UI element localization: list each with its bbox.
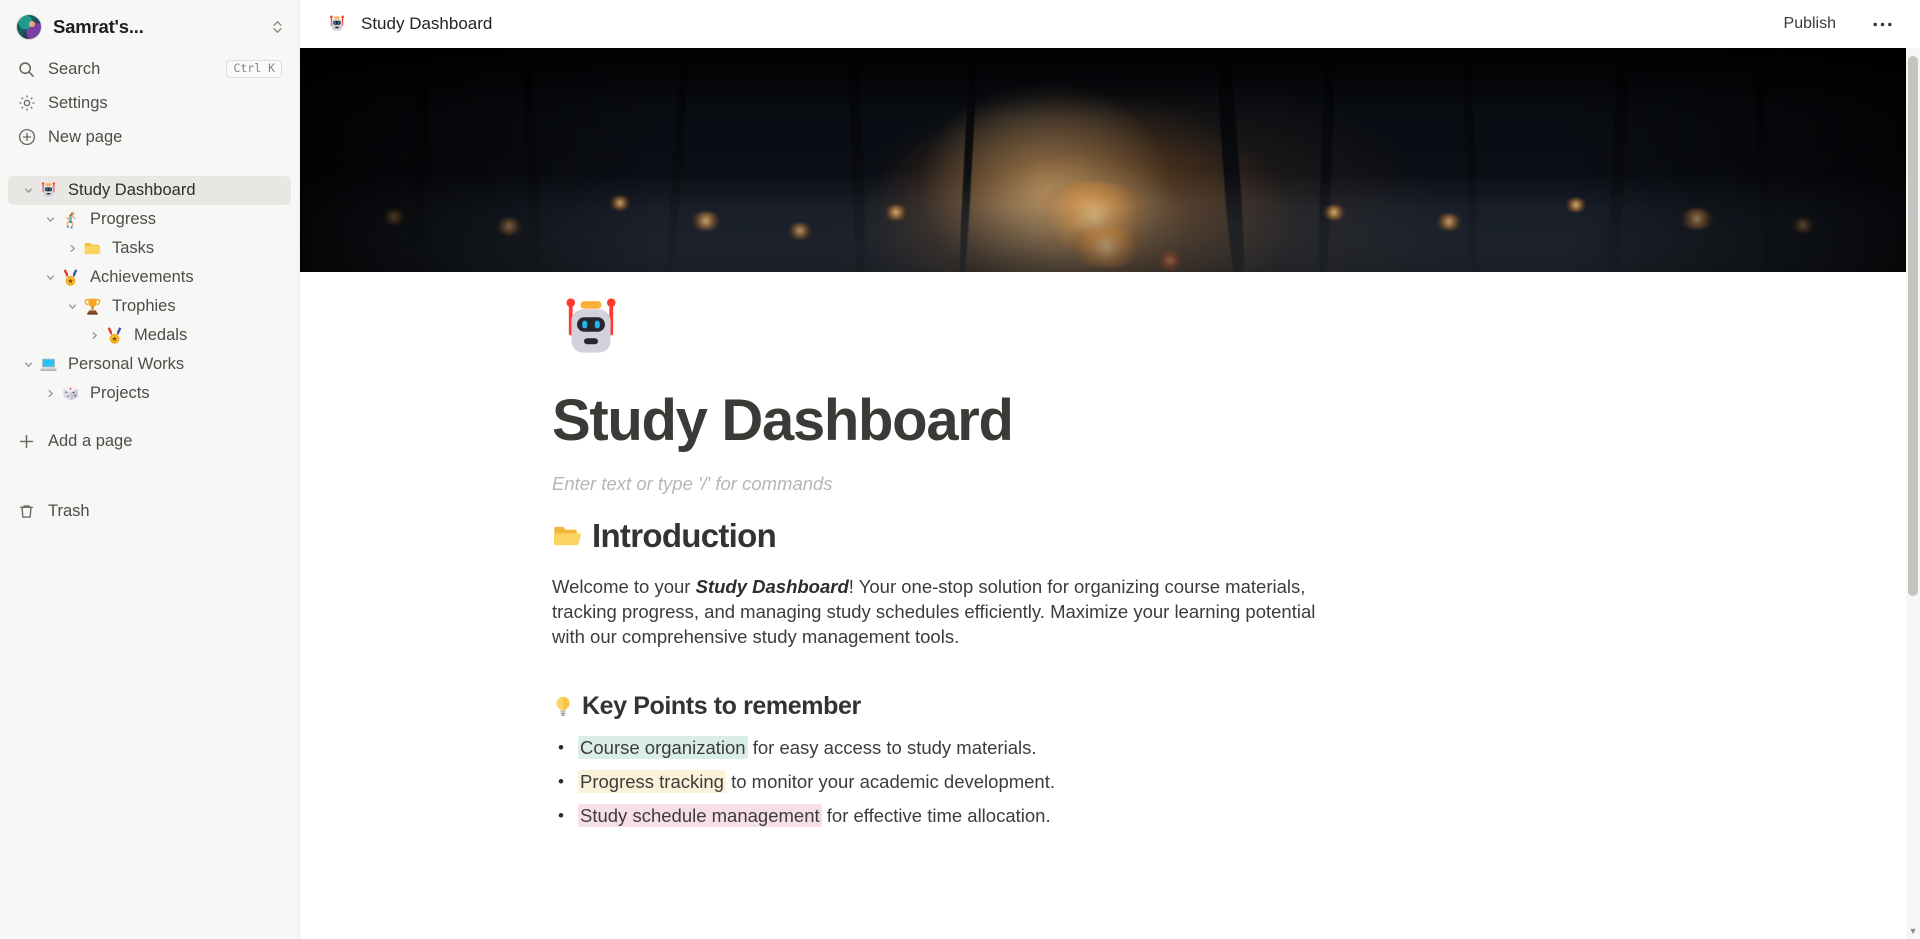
chevron-updown-icon: [272, 19, 283, 35]
heading-introduction[interactable]: Introduction: [552, 517, 1604, 555]
main-area: Study Dashboard Publish Study Dashboard …: [300, 0, 1920, 939]
sidebar-item-label: Projects: [90, 384, 150, 402]
publish-button[interactable]: Publish: [1774, 10, 1846, 38]
trash-section: Trash: [0, 494, 299, 528]
plus-icon: [17, 432, 36, 451]
highlighted-phrase: Progress tracking: [578, 769, 726, 793]
chevron-down-icon[interactable]: [40, 268, 60, 288]
robot-emoji: [326, 13, 348, 35]
add-a-page-button[interactable]: Add a page: [8, 424, 291, 458]
list-item[interactable]: • Study schedule management for effectiv…: [552, 803, 1604, 829]
light-bulb-emoji: [552, 695, 574, 717]
chevron-down-icon[interactable]: [40, 210, 60, 230]
sidebar-item-label: Personal Works: [68, 355, 185, 373]
list-item-text: Progress tracking to monitor your academ…: [578, 769, 1055, 795]
sidebar-item-label: Search: [48, 59, 101, 78]
ellipsis-icon[interactable]: [1868, 10, 1896, 38]
sidebar-item-label: Study Dashboard: [68, 181, 196, 199]
heading-key-points[interactable]: Key Points to remember: [552, 692, 1604, 721]
sidebar-item-projects[interactable]: Projects: [8, 379, 291, 408]
plus-circle-icon: [17, 128, 36, 147]
topbar: Study Dashboard Publish: [300, 0, 1920, 48]
empty-block-placeholder[interactable]: Enter text or type '/' for commands: [552, 473, 1604, 495]
sidebar-item-trash[interactable]: Trash: [8, 494, 291, 528]
user-avatar: [16, 14, 42, 40]
sidebar-item-label: Achievements: [90, 268, 194, 286]
chevron-right-icon[interactable]: [62, 239, 82, 259]
sidebar-item-label: Tasks: [112, 239, 155, 257]
sidebar-item-search[interactable]: Search Ctrl K: [8, 52, 291, 86]
scroll-down-arrow-icon[interactable]: ▼: [1906, 927, 1920, 936]
folder-emoji: [82, 238, 103, 259]
key-points-list: • Course organization for easy access to…: [552, 735, 1604, 830]
search-icon: [17, 60, 36, 79]
chevron-right-icon[interactable]: [84, 326, 104, 346]
bullet-icon: •: [558, 771, 564, 791]
page-content: Study Dashboard Enter text or type '/' f…: [552, 290, 1644, 829]
list-item-text: Course organization for easy access to s…: [578, 735, 1037, 761]
sidebar-bottom-actions: Add a page Trash: [0, 424, 299, 528]
trash-icon: [17, 502, 36, 521]
list-item[interactable]: • Progress tracking to monitor your acad…: [552, 769, 1604, 795]
sidebar-item-achievements[interactable]: Achievements: [8, 263, 291, 292]
laptop-emoji: [38, 354, 59, 375]
list-item-rest: for effective time allocation.: [821, 805, 1051, 827]
sidebar-item-label: Medals: [134, 326, 188, 344]
page-icon-robot-emoji[interactable]: [552, 290, 630, 368]
list-item-rest: to monitor your academic development.: [725, 770, 1056, 792]
list-item[interactable]: • Course organization for easy access to…: [552, 735, 1604, 761]
cover-vignette: [300, 48, 1920, 272]
heading-text: Key Points to remember: [582, 691, 861, 720]
sidebar-item-label: Settings: [48, 93, 108, 112]
trash-label: Trash: [48, 501, 90, 520]
introduction-paragraph[interactable]: Welcome to your Study Dashboard! Your on…: [552, 574, 1347, 650]
list-item-text: Study schedule management for effective …: [578, 803, 1051, 829]
sidebar-item-trophies[interactable]: Trophies: [8, 292, 291, 321]
page-title[interactable]: Study Dashboard: [552, 389, 1604, 453]
bullet-icon: •: [558, 737, 564, 757]
medal-emoji: [60, 267, 81, 288]
scrollbar-thumb[interactable]: [1908, 56, 1918, 596]
chevron-right-icon[interactable]: [40, 384, 60, 404]
gear-icon: [17, 94, 36, 113]
chevron-down-icon[interactable]: [18, 181, 38, 201]
trophy-emoji: [82, 296, 103, 317]
workspace-switcher[interactable]: Samrat's...: [8, 8, 291, 46]
add-a-page-label: Add a page: [48, 431, 133, 450]
vertical-scrollbar[interactable]: ▼: [1906, 48, 1920, 939]
sidebar-item-settings[interactable]: Settings: [8, 86, 291, 120]
bullet-icon: •: [558, 806, 564, 826]
chevron-down-icon[interactable]: [18, 355, 38, 375]
heading-text: Introduction: [592, 516, 777, 554]
highlighted-phrase: Study schedule management: [578, 804, 822, 828]
open-folder-emoji: [552, 521, 582, 551]
sidebar-item-medals[interactable]: Medals: [8, 321, 291, 350]
highlighted-phrase: Course organization: [578, 735, 748, 759]
dice-emoji: [60, 383, 81, 404]
sidebar-item-label: New page: [48, 127, 123, 146]
sidebar-item-personal-works[interactable]: Personal Works: [8, 350, 291, 379]
sidebar: Samrat's... Search Ctrl K Settings New p…: [0, 0, 300, 939]
workspace-name: Samrat's...: [53, 16, 144, 37]
notion-app: Samrat's... Search Ctrl K Settings New p…: [0, 0, 1920, 939]
list-item-rest: for easy access to study materials.: [747, 736, 1037, 758]
page-tree: Study Dashboard Progress Tasks Achieveme…: [0, 176, 299, 408]
sidebar-item-label: Trophies: [112, 297, 176, 315]
sidebar-item-new-page[interactable]: New page: [8, 120, 291, 154]
page-cover-image[interactable]: [300, 48, 1920, 272]
sidebar-item-label: Progress: [90, 210, 157, 228]
sidebar-item-tasks[interactable]: Tasks: [8, 234, 291, 263]
sidebar-divider-space: [0, 154, 299, 174]
paragraph-pre: Welcome to your: [552, 575, 696, 597]
breadcrumb[interactable]: Study Dashboard: [361, 14, 492, 34]
search-shortcut-badge: Ctrl K: [226, 59, 282, 79]
sidebar-item-study-dashboard[interactable]: Study Dashboard: [8, 176, 291, 205]
medal-emoji: [104, 325, 125, 346]
chevron-down-icon[interactable]: [62, 297, 82, 317]
sidebar-item-progress[interactable]: Progress: [8, 205, 291, 234]
runner-emoji: [60, 209, 81, 230]
paragraph-strong: Study Dashboard: [695, 575, 849, 597]
robot-emoji: [38, 180, 59, 201]
page-scroll-area: Study Dashboard Enter text or type '/' f…: [300, 48, 1920, 939]
